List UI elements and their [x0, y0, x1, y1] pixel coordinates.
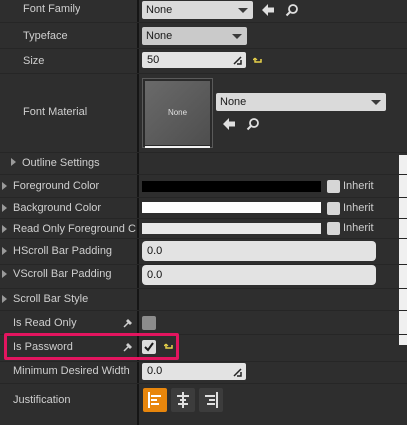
vscroll-bar-padding-value: 0.0: [147, 269, 163, 281]
foreground-inherit-checkbox[interactable]: [327, 180, 340, 193]
background-inherit-checkbox[interactable]: [327, 202, 340, 215]
font-family-dropdown[interactable]: None: [142, 1, 253, 19]
expand-arrow-icon[interactable]: [2, 295, 7, 303]
browse-search-icon[interactable]: [285, 3, 299, 17]
row-separator: [0, 22, 407, 23]
minimum-desired-width-field[interactable]: 0.0: [142, 363, 246, 380]
foreground-color-swatch[interactable]: [142, 181, 321, 192]
font-material-dropdown[interactable]: None: [216, 93, 386, 111]
read-only-foreground-color-swatch[interactable]: [142, 223, 321, 234]
outline-settings-label[interactable]: Outline Settings: [22, 157, 100, 169]
row-separator: [0, 310, 407, 311]
row-separator: [0, 288, 407, 289]
row-separator: [0, 361, 407, 362]
row-separator: [0, 238, 407, 239]
expand-arrow-icon[interactable]: [2, 225, 7, 233]
typeface-dropdown[interactable]: None: [142, 27, 247, 45]
minimum-desired-width-label: Minimum Desired Width: [13, 365, 130, 377]
foreground-inherit-label: Inherit: [343, 180, 374, 192]
typeface-value: None: [146, 30, 173, 42]
browse-search-icon[interactable]: [246, 117, 260, 131]
hscroll-bar-padding-value: 0.0: [147, 245, 163, 257]
chevron-down-icon: [232, 34, 242, 39]
row-separator: [0, 197, 407, 198]
row-separator: [0, 383, 407, 384]
size-field[interactable]: 50: [142, 52, 246, 68]
font-material-label: Font Material: [23, 106, 88, 118]
row-separator: [0, 73, 407, 74]
is-read-only-checkbox[interactable]: [142, 316, 156, 330]
use-selected-arrow-icon[interactable]: [222, 117, 236, 131]
material-thumbnail[interactable]: None: [143, 79, 212, 147]
bind-property-icon[interactable]: [123, 317, 134, 328]
justify-right-button[interactable]: [199, 388, 223, 412]
drag-handle-icon[interactable]: [232, 55, 242, 65]
chevron-down-icon: [371, 100, 381, 105]
background-inherit-label: Inherit: [343, 202, 374, 214]
font-family-label: Font Family: [23, 3, 81, 15]
vscroll-bar-padding-label: VScroll Bar Padding: [13, 268, 112, 280]
scroll-bar-style-label[interactable]: Scroll Bar Style: [13, 293, 88, 305]
thumbnail-text: None: [167, 108, 188, 117]
read-only-foreground-inherit-checkbox[interactable]: [327, 222, 340, 235]
use-selected-arrow-icon[interactable]: [261, 3, 275, 17]
row-separator: [0, 218, 407, 219]
expand-arrow-icon[interactable]: [2, 247, 7, 255]
reset-to-default-icon[interactable]: [253, 56, 263, 66]
minimum-desired-width-value: 0.0: [147, 365, 163, 377]
font-material-value: None: [220, 96, 247, 108]
align-left-icon: [148, 392, 161, 408]
size-label: Size: [23, 55, 45, 67]
read-only-foreground-color-label: Read Only Foreground Co: [13, 223, 136, 235]
chevron-down-icon: [238, 8, 248, 13]
thumbnail-underline: [145, 146, 210, 148]
hscroll-bar-padding-field[interactable]: 0.0: [142, 241, 376, 261]
drag-handle-icon[interactable]: [232, 367, 242, 377]
background-color-swatch[interactable]: [142, 202, 321, 213]
row-separator: [0, 48, 407, 49]
foreground-color-label: Foreground Color: [13, 180, 100, 192]
justify-center-button[interactable]: [171, 388, 195, 412]
typeface-label: Typeface: [23, 30, 68, 42]
expand-arrow-icon[interactable]: [2, 182, 7, 190]
expand-arrow-icon[interactable]: [2, 270, 7, 278]
font-family-value: None: [146, 4, 173, 16]
justify-left-button[interactable]: [143, 388, 167, 412]
highlight-box: [4, 333, 179, 360]
read-only-foreground-inherit-label: Inherit: [343, 222, 374, 234]
hscroll-bar-padding-label: HScroll Bar Padding: [13, 245, 113, 257]
row-separator: [0, 174, 407, 175]
is-read-only-label: Is Read Only: [13, 317, 77, 329]
background-color-label: Background Color: [13, 202, 102, 214]
align-right-icon: [205, 392, 218, 408]
expand-arrow-icon[interactable]: [2, 204, 7, 212]
scrollbar[interactable]: [399, 155, 407, 345]
row-separator: [0, 152, 407, 153]
align-center-icon: [177, 392, 189, 408]
size-value: 50: [147, 54, 160, 66]
justification-label: Justification: [13, 394, 71, 406]
vscroll-bar-padding-field[interactable]: 0.0: [142, 265, 376, 285]
expand-arrow-icon[interactable]: [11, 158, 16, 166]
